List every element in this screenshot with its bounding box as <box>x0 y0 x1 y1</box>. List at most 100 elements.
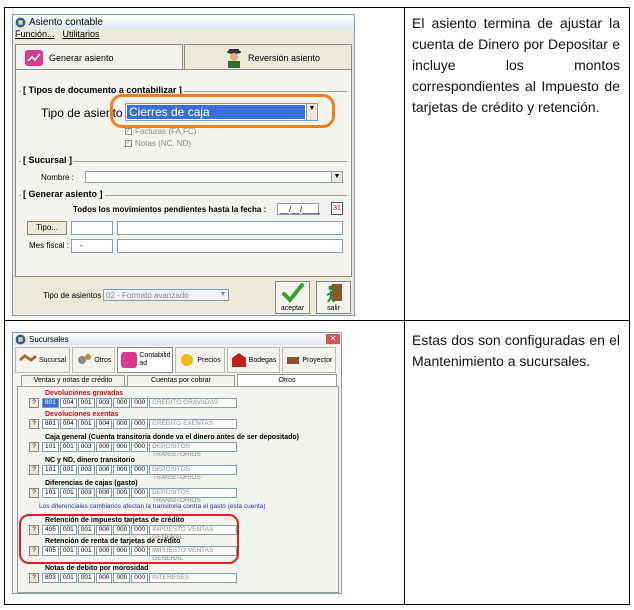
lookup-button[interactable]: ? <box>29 419 39 429</box>
segment[interactable]: 801 <box>42 398 59 408</box>
segment[interactable]: 004 <box>59 419 77 429</box>
check-notas[interactable]: ✓ Notas (NC, ND) <box>125 139 191 148</box>
segment[interactable]: 001 <box>59 573 77 583</box>
tab-reversion-asiento[interactable]: Reversión asiento <box>184 44 352 70</box>
segment[interactable]: 000 <box>113 573 131 583</box>
segment[interactable]: 000 <box>131 525 149 535</box>
account-caja-general: Caja general (Cuenta transitoria donde v… <box>29 433 300 458</box>
segment[interactable]: 001 <box>77 546 95 556</box>
segment[interactable]: 000 <box>113 398 131 408</box>
segment[interactable]: 000 <box>95 442 113 452</box>
segment[interactable]: 101 <box>42 465 59 475</box>
checkbox-notas[interactable]: ✓ <box>125 140 132 147</box>
toolbar-bodegas[interactable]: Bodegas <box>226 347 281 373</box>
row2-description: Estas dos son configuradas en el Manteni… <box>412 332 620 369</box>
segment[interactable]: 000 <box>131 419 149 429</box>
account-retencion-renta: Retención de renta de tarjetas de crédit… <box>29 537 238 562</box>
tipo-desc-input[interactable] <box>117 221 343 235</box>
toolbar-precios[interactable]: Precios <box>175 347 225 373</box>
lookup-button[interactable]: ? <box>29 525 39 535</box>
segment[interactable]: 000 <box>131 442 149 452</box>
segment[interactable]: 101 <box>42 442 59 452</box>
segment[interactable]: 001 <box>77 573 95 583</box>
segment[interactable]: 001 <box>59 442 77 452</box>
mes-fiscal-input[interactable]: - <box>71 239 113 253</box>
account-title: Caja general (Cuenta transitoria donde v… <box>45 434 300 441</box>
lookup-button[interactable]: ? <box>29 573 39 583</box>
segment[interactable]: 004 <box>95 419 113 429</box>
toolbar-otros[interactable]: Otros <box>72 347 116 373</box>
aceptar-button[interactable]: aceptar <box>275 281 310 314</box>
gears-icon <box>78 354 92 364</box>
segment[interactable]: 000 <box>113 465 131 475</box>
segment[interactable]: 000 <box>95 525 113 535</box>
segment[interactable]: 001 <box>59 525 77 535</box>
segment[interactable]: 000 <box>95 488 113 498</box>
lookup-button[interactable]: ? <box>29 398 39 408</box>
segment[interactable]: 003 <box>77 488 95 498</box>
segment[interactable]: 003 <box>95 398 113 408</box>
segment[interactable]: 001 <box>59 465 77 475</box>
segment[interactable]: 405 <box>42 525 59 535</box>
mes-fiscal-label: Mes fiscal : <box>29 241 70 250</box>
mes-fiscal-desc[interactable] <box>117 239 343 253</box>
subtab-ventas[interactable]: Ventas y notas de crédito <box>21 375 125 386</box>
toolbar-contabilidad[interactable]: Contabilid ad <box>117 347 174 373</box>
account-title: Devoluciones gravadas <box>45 390 124 397</box>
menu-utilitarios[interactable]: Utilitarios <box>63 29 100 41</box>
tab-generar-asiento[interactable]: Generar asiento <box>15 44 183 70</box>
segment[interactable]: 000 <box>95 546 113 556</box>
tipo-asientos-arrow[interactable]: ▼ <box>218 290 228 300</box>
tipo-asientos-select[interactable]: 02 - Formato avanzado <box>103 289 229 301</box>
segment[interactable]: 405 <box>42 546 59 556</box>
account-desc: INTERESES <box>149 573 238 583</box>
toolbar-proyector[interactable]: Proyector <box>282 347 337 373</box>
segment[interactable]: 000 <box>131 488 149 498</box>
segment[interactable]: 001 <box>77 398 95 408</box>
menu-funcion[interactable]: Función... <box>15 29 55 41</box>
segment[interactable]: 000 <box>131 546 149 556</box>
segment[interactable]: 001 <box>77 525 95 535</box>
segment[interactable]: 000 <box>113 488 131 498</box>
segment[interactable]: 004 <box>59 398 77 408</box>
fecha-input[interactable]: __/__/____ <box>277 203 320 215</box>
segment[interactable]: 000 <box>113 525 131 535</box>
close-icon[interactable]: ✕ <box>326 334 340 344</box>
toolbar-sucursal[interactable]: Sucursal <box>15 347 71 373</box>
segment[interactable]: 000 <box>95 465 113 475</box>
segment[interactable]: 001 <box>59 488 77 498</box>
lookup-button[interactable]: ? <box>29 442 39 452</box>
segment[interactable]: 001 <box>77 419 95 429</box>
tipo-button[interactable]: Tipo... <box>27 221 67 235</box>
lookup-button[interactable]: ? <box>29 465 39 475</box>
app-icon <box>15 334 26 344</box>
segment[interactable]: 000 <box>131 573 149 583</box>
chevron-down-icon[interactable]: ▼ <box>331 172 342 182</box>
calendar-icon[interactable]: 31 <box>331 202 343 215</box>
segment[interactable]: 000 <box>113 442 131 452</box>
segment[interactable]: 101 <box>42 488 59 498</box>
segment[interactable]: 803 <box>42 573 59 583</box>
segment[interactable]: 001 <box>59 546 77 556</box>
tipo-asiento-select[interactable]: Cierres de caja ▼ <box>125 103 318 121</box>
row1-description: El asiento termina de ajustar la cuenta … <box>412 15 620 115</box>
chevron-down-icon[interactable]: ▼ <box>306 104 317 120</box>
subtab-cuentas[interactable]: Cuentas por cobrar <box>127 375 235 386</box>
segment[interactable]: 000 <box>95 573 113 583</box>
tipo-code-input[interactable] <box>71 221 113 235</box>
segment[interactable]: 801 <box>42 419 59 429</box>
check-facturas[interactable]: ✓ Facturas (FA,FC) <box>125 127 196 136</box>
segment[interactable]: 000 <box>113 419 131 429</box>
segment[interactable]: 000 <box>131 398 149 408</box>
segment[interactable]: 000 <box>113 546 131 556</box>
salir-button[interactable]: salir <box>316 281 351 314</box>
segment[interactable]: 003 <box>77 442 95 452</box>
lookup-button[interactable]: ? <box>29 488 39 498</box>
nombre-select[interactable]: ▼ <box>85 171 343 183</box>
lookup-button[interactable]: ? <box>29 546 39 556</box>
account-title: Notas de debito por morosidad <box>45 565 149 572</box>
segment[interactable]: 003 <box>77 465 95 475</box>
segment[interactable]: 000 <box>131 465 149 475</box>
account-desc: IMPUESTO VENTAS GENERAL <box>149 546 238 562</box>
checkbox-facturas[interactable]: ✓ <box>125 128 132 135</box>
